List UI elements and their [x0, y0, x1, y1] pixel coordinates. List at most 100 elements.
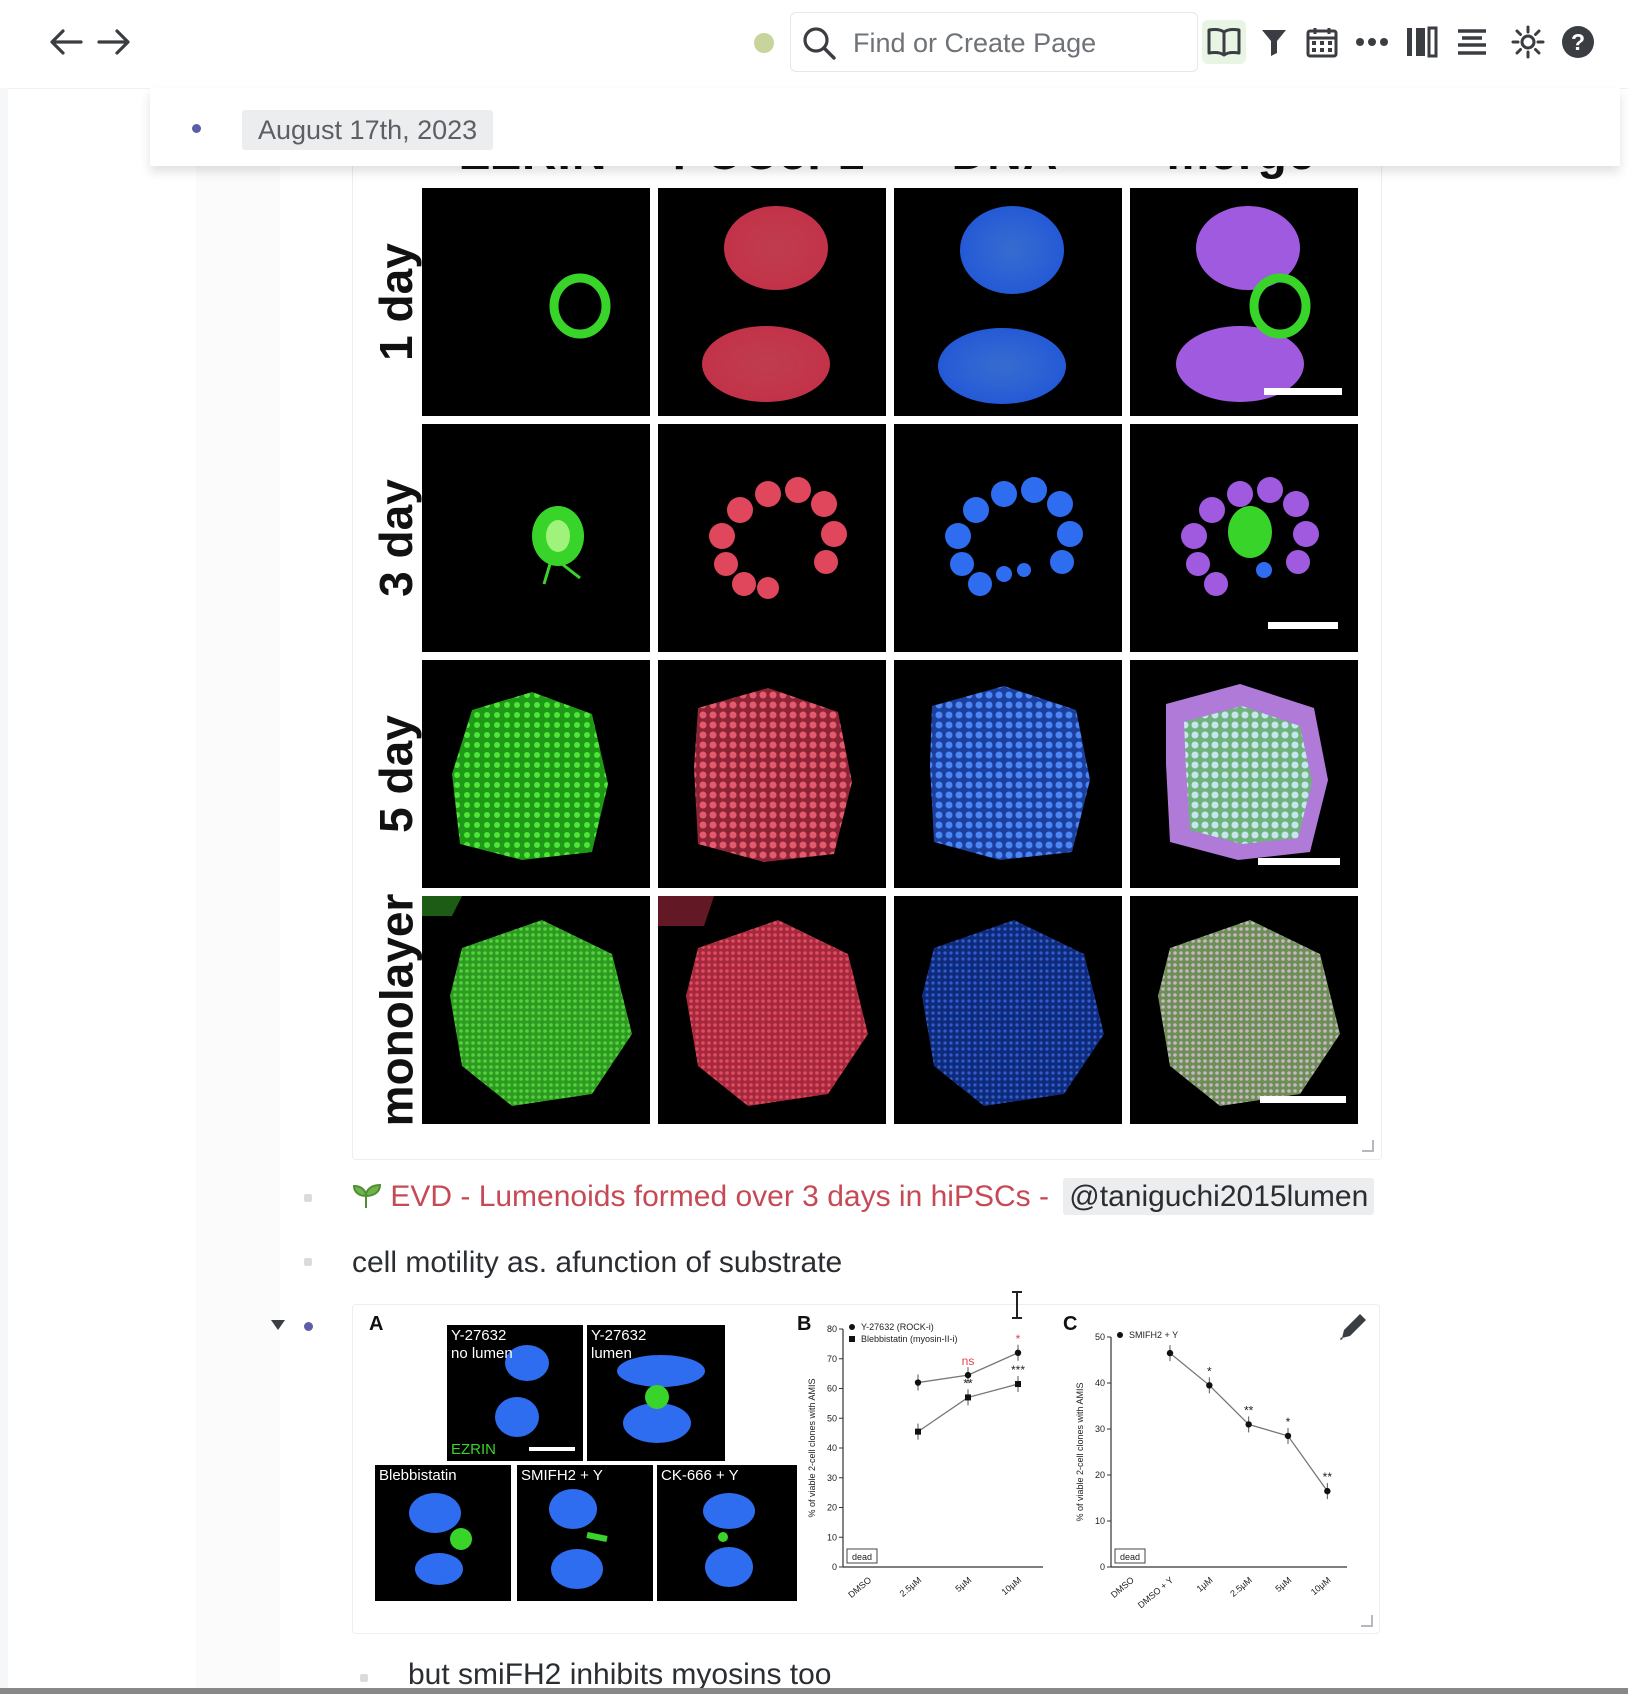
data-point [1166, 1349, 1174, 1357]
significance-label: * [1207, 1364, 1212, 1378]
ezrin-label: EZRIN [451, 1441, 496, 1458]
align-icon[interactable] [1450, 20, 1494, 64]
significance-label: * [1286, 1415, 1291, 1429]
theme-icon[interactable] [1506, 20, 1550, 64]
y-tick-label: 30 [827, 1473, 837, 1483]
micrograph-y27632-no-lumen: Y-27632 no lumen EZRIN [447, 1325, 583, 1461]
seedling-icon [352, 1180, 382, 1213]
left-gutter [0, 88, 8, 1694]
panel-1day-pou5f1 [658, 188, 886, 416]
chart-panel-c: 0 10 20 30 40 50 DMSO DMSO + Y 1µM 2.5µM 5µM 10µM % … [1075, 1330, 1347, 1610]
data-point [914, 1379, 922, 1386]
x-tick-label: DMSO + Y [1136, 1575, 1175, 1610]
micrograph-label: CK-666 + Y [661, 1467, 739, 1484]
y-axis-label: % of viable 2-cell clones with AMIS [1075, 1382, 1085, 1521]
panel-5day-dna [894, 660, 1122, 888]
filter-icon[interactable] [1252, 20, 1296, 64]
legend-label: SMIFH2 + Y [1129, 1330, 1178, 1340]
search-box[interactable] [790, 12, 1198, 72]
image-resize-handle[interactable] [1362, 1140, 1374, 1152]
panel-5day-merge [1130, 660, 1358, 888]
forward-arrow-icon[interactable] [92, 20, 136, 64]
y-tick-label: 50 [1095, 1332, 1105, 1342]
micrograph-smifh2-y: SMIFH2 + Y [517, 1465, 653, 1601]
pencil-edit-icon[interactable] [1336, 1310, 1370, 1349]
scale-bar [1268, 622, 1338, 629]
y-tick-label: 0 [1100, 1562, 1105, 1572]
y-tick-label: 40 [827, 1443, 837, 1453]
scale-bar [529, 1447, 575, 1451]
x-tick-label: 10µM [999, 1575, 1023, 1597]
x-tick-label: 2.5µM [1228, 1575, 1254, 1599]
panel-monolayer-dna [894, 896, 1122, 1124]
micrograph-label: Y-27632 no lumen [451, 1327, 513, 1362]
data-point [1324, 1487, 1331, 1495]
y-tick-label: 10 [1095, 1516, 1105, 1526]
date-bullet[interactable] [192, 124, 201, 133]
panel-3day-dna [894, 424, 1122, 652]
date-page-link[interactable]: August 17th, 2023 [242, 110, 494, 150]
scale-bar [1264, 388, 1342, 395]
columns-icon[interactable] [1400, 20, 1444, 64]
scale-bar [1260, 1096, 1346, 1103]
block-lane [196, 88, 280, 1694]
legend-label: Y-27632 (ROCK-i) [861, 1322, 934, 1332]
book-open-icon[interactable] [1202, 20, 1246, 64]
significance-label: *** [1011, 1363, 1025, 1377]
block-bullet[interactable] [304, 1322, 313, 1331]
y-tick-label: 20 [1095, 1470, 1105, 1480]
significance-label: * [1016, 1332, 1021, 1346]
panel-monolayer-merge [1130, 896, 1358, 1124]
y-tick-label: 0 [832, 1562, 837, 1572]
y-axis-label: % of viable 2-cell clones with AMIS [807, 1378, 817, 1517]
significance-label: ** [1244, 1403, 1254, 1417]
y-tick-label: 70 [827, 1354, 837, 1364]
data-point [1206, 1382, 1213, 1389]
data-point [1245, 1421, 1252, 1428]
motility-block[interactable]: cell motility as. afunction of substrate [352, 1246, 842, 1280]
evd-block[interactable]: EVD - Lumenoids formed over 3 days in hi… [352, 1178, 1375, 1215]
data-point [1015, 1381, 1021, 1388]
data-point [915, 1428, 921, 1435]
svg-text:?: ? [1571, 29, 1585, 55]
x-tick-label: 2.5µM [898, 1575, 924, 1599]
panel-3day-merge [1130, 424, 1358, 652]
search-input[interactable] [851, 23, 1185, 63]
dead-label: dead [1120, 1552, 1140, 1562]
row-label-5-day: 5 day [370, 715, 423, 833]
citation-reference[interactable]: @taniguchi2015lumen [1063, 1178, 1375, 1215]
panel-5day-ezrin [422, 660, 650, 888]
legend-marker [1117, 1332, 1123, 1338]
block-bullet[interactable] [304, 1258, 312, 1266]
panel-1day-ezrin [422, 188, 650, 416]
micrograph-y27632-lumen: Y-27632 lumen [587, 1325, 725, 1461]
y-tick-label: 80 [827, 1324, 837, 1334]
panel-1day-merge [1130, 188, 1358, 416]
back-arrow-icon[interactable] [44, 20, 88, 64]
panel-3day-pou5f1 [658, 424, 886, 652]
block-bullet[interactable] [304, 1194, 312, 1202]
x-tick-label: 5µM [1273, 1575, 1293, 1594]
collapse-caret-icon[interactable] [270, 1318, 286, 1336]
figure-image-smifh2[interactable]: A B C Y-27632 no lumen EZRIN Y-27632 lum… [352, 1304, 1380, 1634]
more-icon[interactable] [1350, 20, 1394, 64]
x-tick-label: DMSO [1109, 1575, 1136, 1600]
text-cursor-icon [1010, 1290, 1024, 1325]
help-icon[interactable]: ? [1556, 20, 1600, 64]
block-bullet[interactable] [360, 1674, 368, 1682]
micrograph-blebbistatin: Blebbistatin [375, 1465, 511, 1601]
image-resize-handle[interactable] [1361, 1615, 1373, 1627]
sync-status-dot [754, 33, 774, 53]
data-point [1284, 1432, 1292, 1440]
significance-label: ** [963, 1376, 973, 1390]
dead-label: dead [852, 1552, 872, 1562]
significance-label: ** [1323, 1470, 1333, 1484]
micrograph-label: Blebbistatin [379, 1467, 457, 1484]
row-label-1-day: 1 day [370, 243, 423, 361]
evd-page-link[interactable]: EVD - Lumenoids formed over 3 days in hi… [390, 1180, 1057, 1213]
panel-monolayer-ezrin [422, 896, 650, 1124]
calendar-icon[interactable] [1300, 20, 1344, 64]
smifh2-block[interactable]: but smiFH2 inhibits myosins too [408, 1658, 832, 1692]
x-tick-label: DMSO [846, 1575, 873, 1600]
panel-1day-dna [894, 188, 1122, 416]
